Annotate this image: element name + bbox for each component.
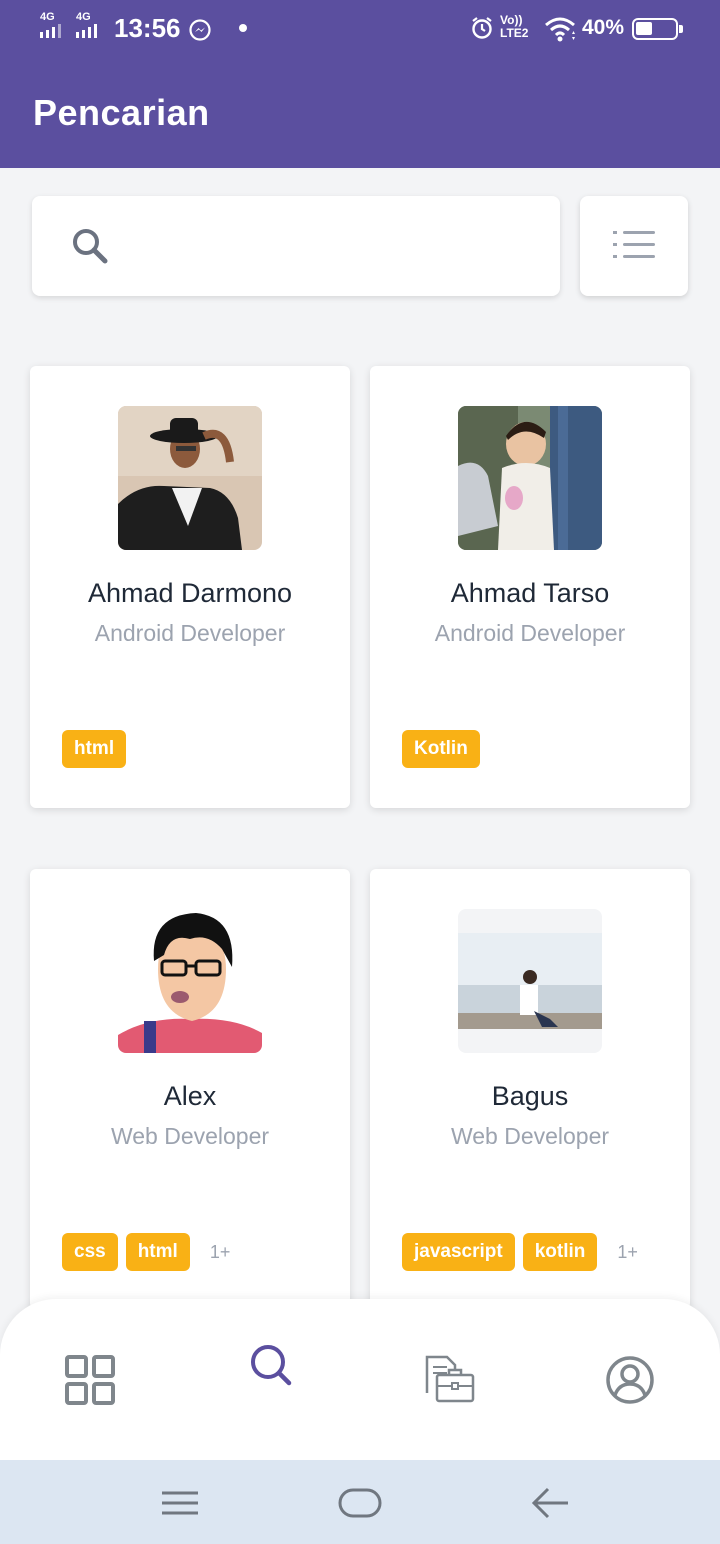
battery-icon	[632, 18, 683, 40]
profile-role: Android Developer	[94, 620, 286, 646]
search-box[interactable]	[32, 196, 560, 296]
profile-name: Ahmad Darmono	[87, 578, 293, 608]
profile-name: Alex	[163, 1081, 217, 1111]
skill-tag: kotlin	[522, 1233, 598, 1271]
app-header: 4G 4G 13:56 Vo)) LTE2 40% Pencarian	[0, 0, 720, 168]
portfolio-icon	[425, 1355, 475, 1403]
volte-bottom: LTE2	[500, 26, 529, 40]
home-icon	[338, 1488, 382, 1518]
more-tags-count: 1+	[617, 1241, 638, 1262]
battery-percent: 40%	[582, 16, 625, 39]
profile-role: Web Developer	[110, 1123, 270, 1149]
skill-tag: html	[62, 730, 127, 768]
home-button[interactable]	[310, 1460, 410, 1544]
notification-dot	[239, 24, 247, 32]
search-icon	[251, 1345, 292, 1386]
nav-search[interactable]	[225, 1299, 315, 1449]
skill-tag: javascript	[402, 1233, 515, 1271]
skill-tag: html	[125, 1233, 190, 1271]
signal-sim1: 4G	[40, 12, 70, 38]
list-icon	[613, 231, 655, 258]
avatar	[118, 406, 262, 550]
status-bar: 4G 4G 13:56 Vo)) LTE2 40%	[0, 0, 720, 60]
skill-tags: Kotlin	[402, 730, 488, 768]
avatar-photo	[458, 909, 602, 1053]
skill-tags: html	[62, 730, 134, 768]
avatar-photo	[118, 909, 262, 1053]
avatar-photo	[458, 406, 602, 550]
dashboard-icon	[65, 1355, 115, 1405]
skill-tags: css html 1+	[62, 1233, 230, 1271]
volte-indicator: Vo)) LTE2	[500, 14, 528, 40]
page-title: Pencarian	[33, 92, 210, 133]
system-navigation-bar	[0, 1460, 720, 1544]
profile-role: Android Developer	[434, 620, 626, 646]
signal-icon	[40, 24, 61, 38]
profile-name: Bagus	[491, 1081, 569, 1111]
nav-portfolio[interactable]	[405, 1299, 495, 1449]
filter-button[interactable]	[580, 196, 688, 296]
nav-profile[interactable]	[585, 1299, 675, 1449]
search-icon	[73, 229, 108, 264]
profile-card[interactable]: Alex Web Developer css html 1+	[30, 869, 350, 1309]
avatar-photo	[118, 406, 262, 550]
back-button[interactable]	[500, 1460, 600, 1544]
alarm-icon	[472, 17, 492, 39]
bottom-navigation	[0, 1299, 720, 1460]
recent-apps-button[interactable]	[130, 1460, 230, 1544]
menu-icon	[162, 1491, 198, 1515]
profile-card[interactable]: Ahmad Tarso Android Developer Kotlin	[370, 366, 690, 808]
signal-sim2: 4G	[76, 12, 106, 38]
more-tags-count: 1+	[209, 1241, 231, 1262]
avatar	[458, 406, 602, 550]
clock: 13:56	[114, 13, 181, 43]
wifi-icon	[545, 17, 575, 42]
profile-icon	[606, 1356, 654, 1404]
messenger-icon	[189, 19, 211, 41]
network-type-1: 4G	[40, 11, 55, 23]
skill-tag: Kotlin	[402, 730, 480, 768]
profile-name: Ahmad Tarso	[450, 578, 610, 608]
profile-card[interactable]: Bagus Web Developer javascript kotlin 1+	[370, 869, 690, 1309]
search-input[interactable]	[122, 224, 542, 268]
avatar	[118, 909, 262, 1053]
network-type-2: 4G	[76, 11, 91, 23]
profile-role: Web Developer	[450, 1123, 610, 1149]
avatar	[458, 909, 602, 1053]
nav-dashboard[interactable]	[45, 1299, 135, 1449]
skill-tag: css	[62, 1233, 118, 1271]
back-arrow-icon	[531, 1487, 568, 1519]
signal-icon	[76, 24, 97, 38]
profile-card[interactable]: Ahmad Darmono Android Developer html	[30, 366, 350, 808]
skill-tags: javascript kotlin 1+	[402, 1233, 638, 1271]
